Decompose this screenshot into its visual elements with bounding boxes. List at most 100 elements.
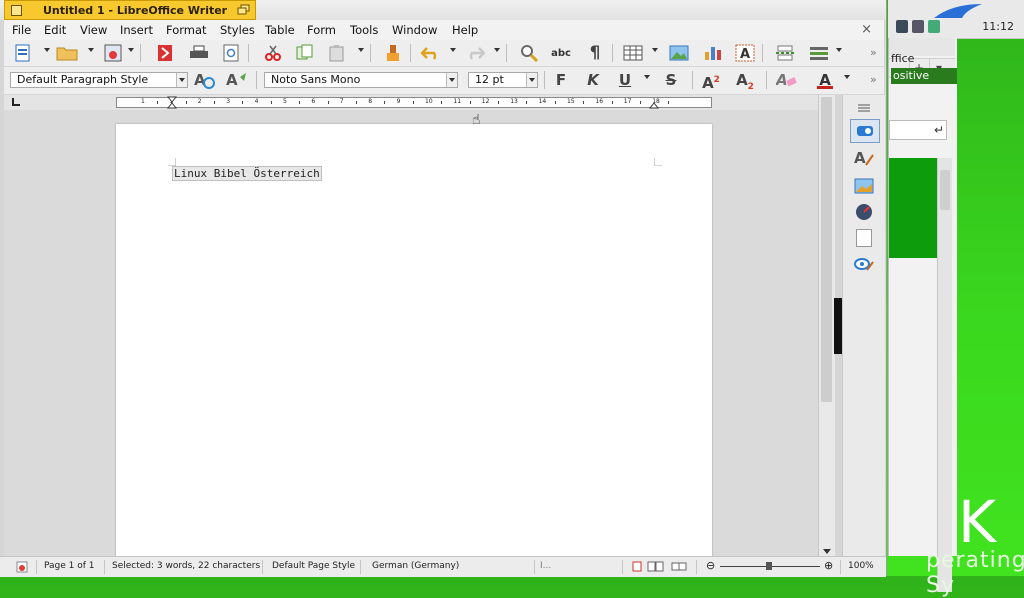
menu-styles[interactable]: Styles (220, 23, 255, 37)
sidebar-menu-icon[interactable] (850, 97, 878, 119)
font-color-button[interactable]: A (814, 70, 836, 90)
field-dropdown-icon[interactable] (836, 48, 842, 52)
underline-dropdown-icon[interactable] (644, 75, 650, 79)
view-layout-icons[interactable] (632, 561, 688, 572)
save-dropdown-icon[interactable] (128, 48, 134, 52)
window-menu-icon[interactable] (11, 5, 22, 16)
insert-mode[interactable]: I... (540, 561, 551, 571)
document-text[interactable]: Linux Bibel Österreich (172, 166, 322, 181)
sidebar-collapse-handle[interactable] (834, 298, 842, 354)
zoom-in-icon[interactable]: ⊕ (824, 559, 833, 572)
paragraph-style-dropdown-icon[interactable] (176, 73, 187, 87)
undo-dropdown-icon[interactable] (450, 48, 456, 52)
bg-scrollbar[interactable] (937, 158, 952, 592)
open-dropdown-icon[interactable] (88, 48, 94, 52)
zoom-slider-handle[interactable] (766, 562, 772, 570)
bg-selected-item[interactable]: ositive (891, 68, 957, 84)
menu-insert[interactable]: Insert (120, 23, 153, 37)
clock[interactable]: 11:12 (982, 20, 1014, 33)
tray-network-icon[interactable] (912, 20, 924, 33)
properties-deck-icon[interactable] (850, 119, 880, 143)
insert-table-icon[interactable] (622, 43, 644, 63)
document-modified-icon[interactable] (16, 561, 28, 573)
restore-icon[interactable] (237, 4, 251, 16)
insert-image-icon[interactable] (668, 43, 690, 63)
find-replace-icon[interactable] (518, 43, 540, 63)
horizontal-ruler[interactable]: 1123456789101112131415161718 (4, 95, 818, 110)
save-icon[interactable] (102, 43, 124, 63)
menu-form[interactable]: Form (307, 23, 336, 37)
insert-page-break-icon[interactable] (774, 43, 796, 63)
insert-chart-icon[interactable] (702, 43, 724, 63)
clear-formatting-icon[interactable]: A (776, 70, 798, 90)
insert-field-icon[interactable] (808, 43, 830, 63)
menu-file[interactable]: File (12, 23, 31, 37)
new-style-icon[interactable]: A (226, 70, 248, 90)
menu-format[interactable]: Format (166, 23, 207, 37)
scrollbar-thumb[interactable] (821, 97, 832, 402)
page-count[interactable]: Page 1 of 1 (44, 561, 95, 571)
formatting-marks-icon[interactable]: ¶ (584, 43, 606, 63)
toolbar-overflow-icon[interactable]: » (870, 73, 877, 86)
paste-icon[interactable] (326, 43, 348, 63)
text-language[interactable]: German (Germany) (372, 561, 459, 571)
underline-button[interactable]: U (614, 70, 636, 90)
print-icon[interactable] (188, 43, 210, 63)
document-area[interactable]: Linux Bibel Österreich (4, 110, 818, 564)
document-page[interactable]: Linux Bibel Österreich (116, 124, 712, 564)
open-folder-icon[interactable] (56, 43, 78, 63)
navigator-deck-icon[interactable] (850, 201, 878, 223)
strikethrough-button[interactable]: S (660, 70, 682, 90)
print-preview-icon[interactable] (220, 43, 242, 63)
zoom-level[interactable]: 100% (848, 561, 874, 571)
right-indent-marker-icon[interactable] (649, 96, 659, 109)
word-count[interactable]: Selected: 3 words, 22 characters (112, 561, 260, 571)
title-bar[interactable]: Untitled 1 - LibreOffice Writer (0, 0, 886, 20)
toolbar-overflow-icon[interactable]: » (870, 46, 877, 59)
left-indent-marker-icon[interactable] (167, 96, 177, 109)
paragraph-style-box[interactable]: Default Paragraph Style (10, 72, 188, 88)
paste-dropdown-icon[interactable] (358, 48, 364, 52)
manage-changes-deck-icon[interactable] (850, 253, 878, 275)
redo-dropdown-icon[interactable] (494, 48, 500, 52)
enter-icon[interactable]: ↵ (934, 123, 944, 137)
scroll-down-icon[interactable] (823, 549, 831, 554)
clone-formatting-icon[interactable] (382, 43, 404, 63)
page-style[interactable]: Default Page Style (272, 561, 355, 571)
font-color-dropdown-icon[interactable] (844, 75, 850, 79)
new-dropdown-icon[interactable] (44, 48, 50, 52)
tab-type-icon[interactable] (12, 98, 20, 106)
menu-view[interactable]: View (80, 23, 107, 37)
cut-icon[interactable] (262, 43, 284, 63)
export-pdf-icon[interactable] (154, 43, 176, 63)
italic-button[interactable]: K (582, 70, 604, 90)
vertical-scrollbar[interactable] (818, 95, 835, 556)
bg-scrollbar-thumb[interactable] (940, 170, 950, 210)
font-size-box[interactable]: 12 pt (468, 72, 538, 88)
copy-icon[interactable] (294, 43, 316, 63)
gallery-deck-icon[interactable] (850, 175, 878, 197)
tray-settings-icon[interactable] (928, 20, 940, 33)
window-title-tab[interactable]: Untitled 1 - LibreOffice Writer (4, 0, 256, 20)
subscript-button[interactable]: A2 (734, 70, 756, 92)
table-dropdown-icon[interactable] (652, 48, 658, 52)
close-document-icon[interactable]: × (861, 22, 872, 37)
update-style-icon[interactable]: A (194, 70, 216, 90)
superscript-button[interactable]: A2 (700, 70, 722, 92)
page-deck-icon[interactable] (850, 227, 878, 249)
bold-button[interactable]: F (550, 70, 572, 90)
undo-icon[interactable] (420, 43, 442, 63)
menu-window[interactable]: Window (392, 23, 437, 37)
bg-input-field[interactable]: ↵ (889, 120, 947, 140)
tray-app-icon[interactable] (896, 20, 908, 33)
new-document-icon[interactable] (12, 43, 34, 63)
font-size-dropdown-icon[interactable] (526, 73, 537, 87)
insert-textbox-icon[interactable]: A (734, 43, 756, 63)
menu-edit[interactable]: Edit (44, 23, 66, 37)
zoom-out-icon[interactable]: ⊖ (706, 559, 715, 572)
menu-tools[interactable]: Tools (350, 23, 378, 37)
font-name-dropdown-icon[interactable] (446, 73, 457, 87)
spellcheck-icon[interactable]: abc (550, 43, 572, 63)
styles-deck-icon[interactable]: A (850, 147, 878, 169)
redo-icon[interactable] (464, 43, 486, 63)
